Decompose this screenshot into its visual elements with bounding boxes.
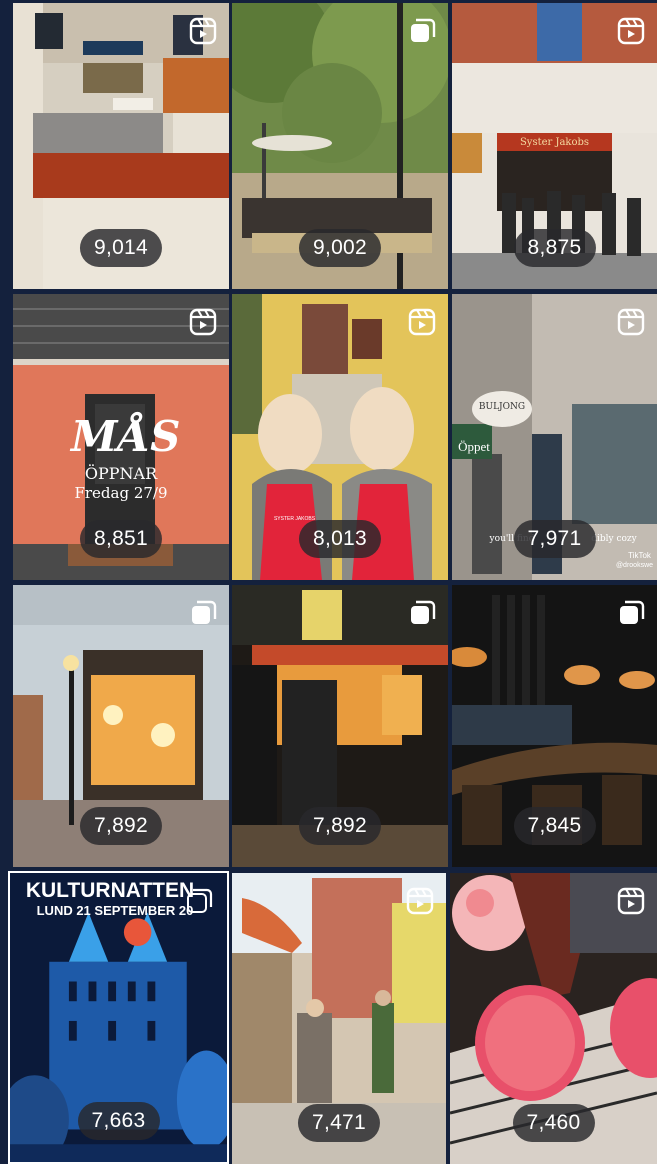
carousel-icon xyxy=(408,599,436,627)
view-count-badge: 8,875 xyxy=(513,229,596,267)
grid-tile[interactable]: 7,471 xyxy=(232,873,446,1164)
grid-tile[interactable]: 7,845 xyxy=(452,585,657,867)
grid-tile[interactable]: 9,002 xyxy=(232,3,448,289)
grid-tile[interactable]: Syster Jakobs 8,875 xyxy=(452,3,657,289)
watermark-text: TikTok xyxy=(628,551,651,560)
poster-title: KULTURNATTEN xyxy=(25,879,195,902)
grid-tile[interactable]: Öppet BULJONG you'll find dibly cozy Tik… xyxy=(452,294,657,580)
view-count-badge: 7,892 xyxy=(79,807,163,845)
overlay-title: MÅS xyxy=(71,412,181,461)
reel-icon xyxy=(189,308,217,336)
overlay-line-1: ÖPPNAR xyxy=(84,464,158,483)
grid-tile[interactable]: KULTURNATTEN LUND 21 SEPTEMBER 20 7,663 xyxy=(8,871,229,1164)
reel-icon xyxy=(189,17,217,45)
carousel-icon xyxy=(189,599,217,627)
grid-tile[interactable]: 7,892 xyxy=(232,585,448,867)
grid-tile[interactable]: 7,892 xyxy=(13,585,229,867)
overlay-line-2: Fredag 27/9 xyxy=(74,484,168,502)
view-count-badge: 7,971 xyxy=(513,520,596,558)
view-count-badge: 7,471 xyxy=(297,1104,381,1142)
reel-icon xyxy=(617,887,645,915)
view-count-badge: 8,851 xyxy=(79,520,163,558)
grid-tile[interactable]: 9,014 xyxy=(13,3,229,289)
carousel-icon xyxy=(185,887,213,915)
reel-icon xyxy=(617,308,645,336)
view-count-badge: 7,845 xyxy=(513,807,596,845)
open-sign-text: Öppet xyxy=(458,439,490,454)
reel-icon xyxy=(408,308,436,336)
reel-icon xyxy=(406,887,434,915)
grid-tile[interactable]: MÅS ÖPPNAR Fredag 27/9 8,851 xyxy=(13,294,229,580)
restaurant-sign-text: Syster Jakobs xyxy=(519,137,590,148)
reel-icon xyxy=(617,17,645,45)
view-count-badge: 7,460 xyxy=(512,1104,595,1142)
view-count-badge: 8,013 xyxy=(298,520,382,558)
grid-tile[interactable]: 7,460 xyxy=(450,873,657,1164)
carousel-icon xyxy=(617,599,645,627)
grid-tile[interactable]: SYSTER JAKOBS 8,013 xyxy=(232,294,448,580)
carousel-icon xyxy=(408,17,436,45)
view-count-badge: 7,892 xyxy=(298,807,382,845)
watermark-username: @drookswe xyxy=(615,562,654,569)
view-count-badge: 7,663 xyxy=(77,1102,160,1140)
view-count-badge: 9,002 xyxy=(298,229,382,267)
shop-sign-text: BULJONG xyxy=(478,402,526,412)
view-count-badge: 9,014 xyxy=(79,229,163,267)
